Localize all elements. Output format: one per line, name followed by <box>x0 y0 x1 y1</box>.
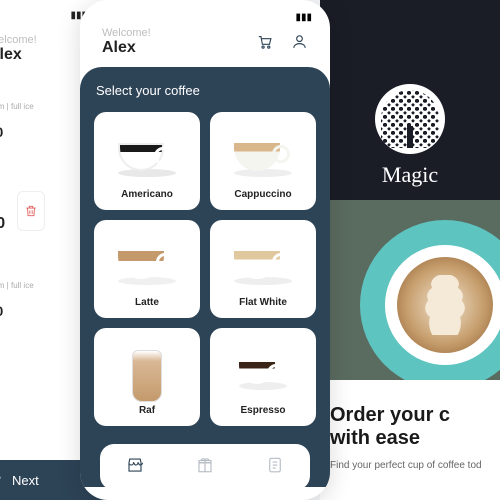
price-value: 3.00 <box>0 215 5 233</box>
profile-button[interactable] <box>291 33 308 55</box>
coffee-card-latte[interactable]: Latte <box>94 220 200 318</box>
coffee-label: Espresso <box>240 405 285 416</box>
username-label: Alex <box>102 39 151 57</box>
nav-orders[interactable] <box>266 456 284 479</box>
coffee-image <box>233 351 293 401</box>
promo-logo-panel: Magic <box>320 0 500 200</box>
coffee-card-raf[interactable]: Raf <box>94 328 200 426</box>
cart-button[interactable] <box>256 33 273 55</box>
coffee-label: Cappuccino <box>234 189 291 200</box>
promo-headline: Order your c with ease <box>330 404 500 450</box>
delete-button[interactable] <box>17 191 45 231</box>
main-screen-select-coffee: ▮▮▮ Welcome! Alex Select your coffee Ame… <box>80 0 330 500</box>
promo-text-panel: Order your c with ease Find your perfect… <box>320 380 500 500</box>
item-options: ice <box>0 188 5 197</box>
coffee-label: Latte <box>135 297 159 308</box>
promo-photo <box>320 200 500 380</box>
coffee-image <box>233 243 293 293</box>
panel-title: Select your coffee <box>96 83 314 98</box>
coffee-image <box>117 243 177 293</box>
coffee-image <box>117 135 177 185</box>
signal-icon: ▮▮▮ <box>295 12 312 23</box>
coffee-image <box>233 135 293 185</box>
nav-store[interactable] <box>126 456 144 479</box>
next-label: Next <box>12 473 39 488</box>
coffee-card-flat-white[interactable]: Flat White <box>210 220 316 318</box>
bottom-nav <box>100 444 310 490</box>
brand-name: Magic <box>382 162 438 188</box>
coffee-card-cappuccino[interactable]: Cappuccino <box>210 112 316 210</box>
coffee-label: Flat White <box>239 297 287 308</box>
coffee-card-espresso[interactable]: Espresso <box>210 328 316 426</box>
promo-subtext: Find your perfect cup of coffee tod <box>330 460 500 471</box>
nav-gift[interactable] <box>196 456 214 479</box>
tree-logo-icon <box>375 84 445 154</box>
status-bar: ▮▮▮ <box>80 0 330 27</box>
coffee-panel: Select your coffee Americano Cappuccino … <box>80 67 330 487</box>
welcome-label: Welcome! <box>102 27 151 39</box>
coffee-card-americano[interactable]: Americano <box>94 112 200 210</box>
coffee-label: Americano <box>121 189 173 200</box>
coffee-image <box>117 351 177 401</box>
trash-icon <box>24 204 38 218</box>
cart-icon <box>0 472 2 488</box>
coffee-label: Raf <box>139 405 155 416</box>
